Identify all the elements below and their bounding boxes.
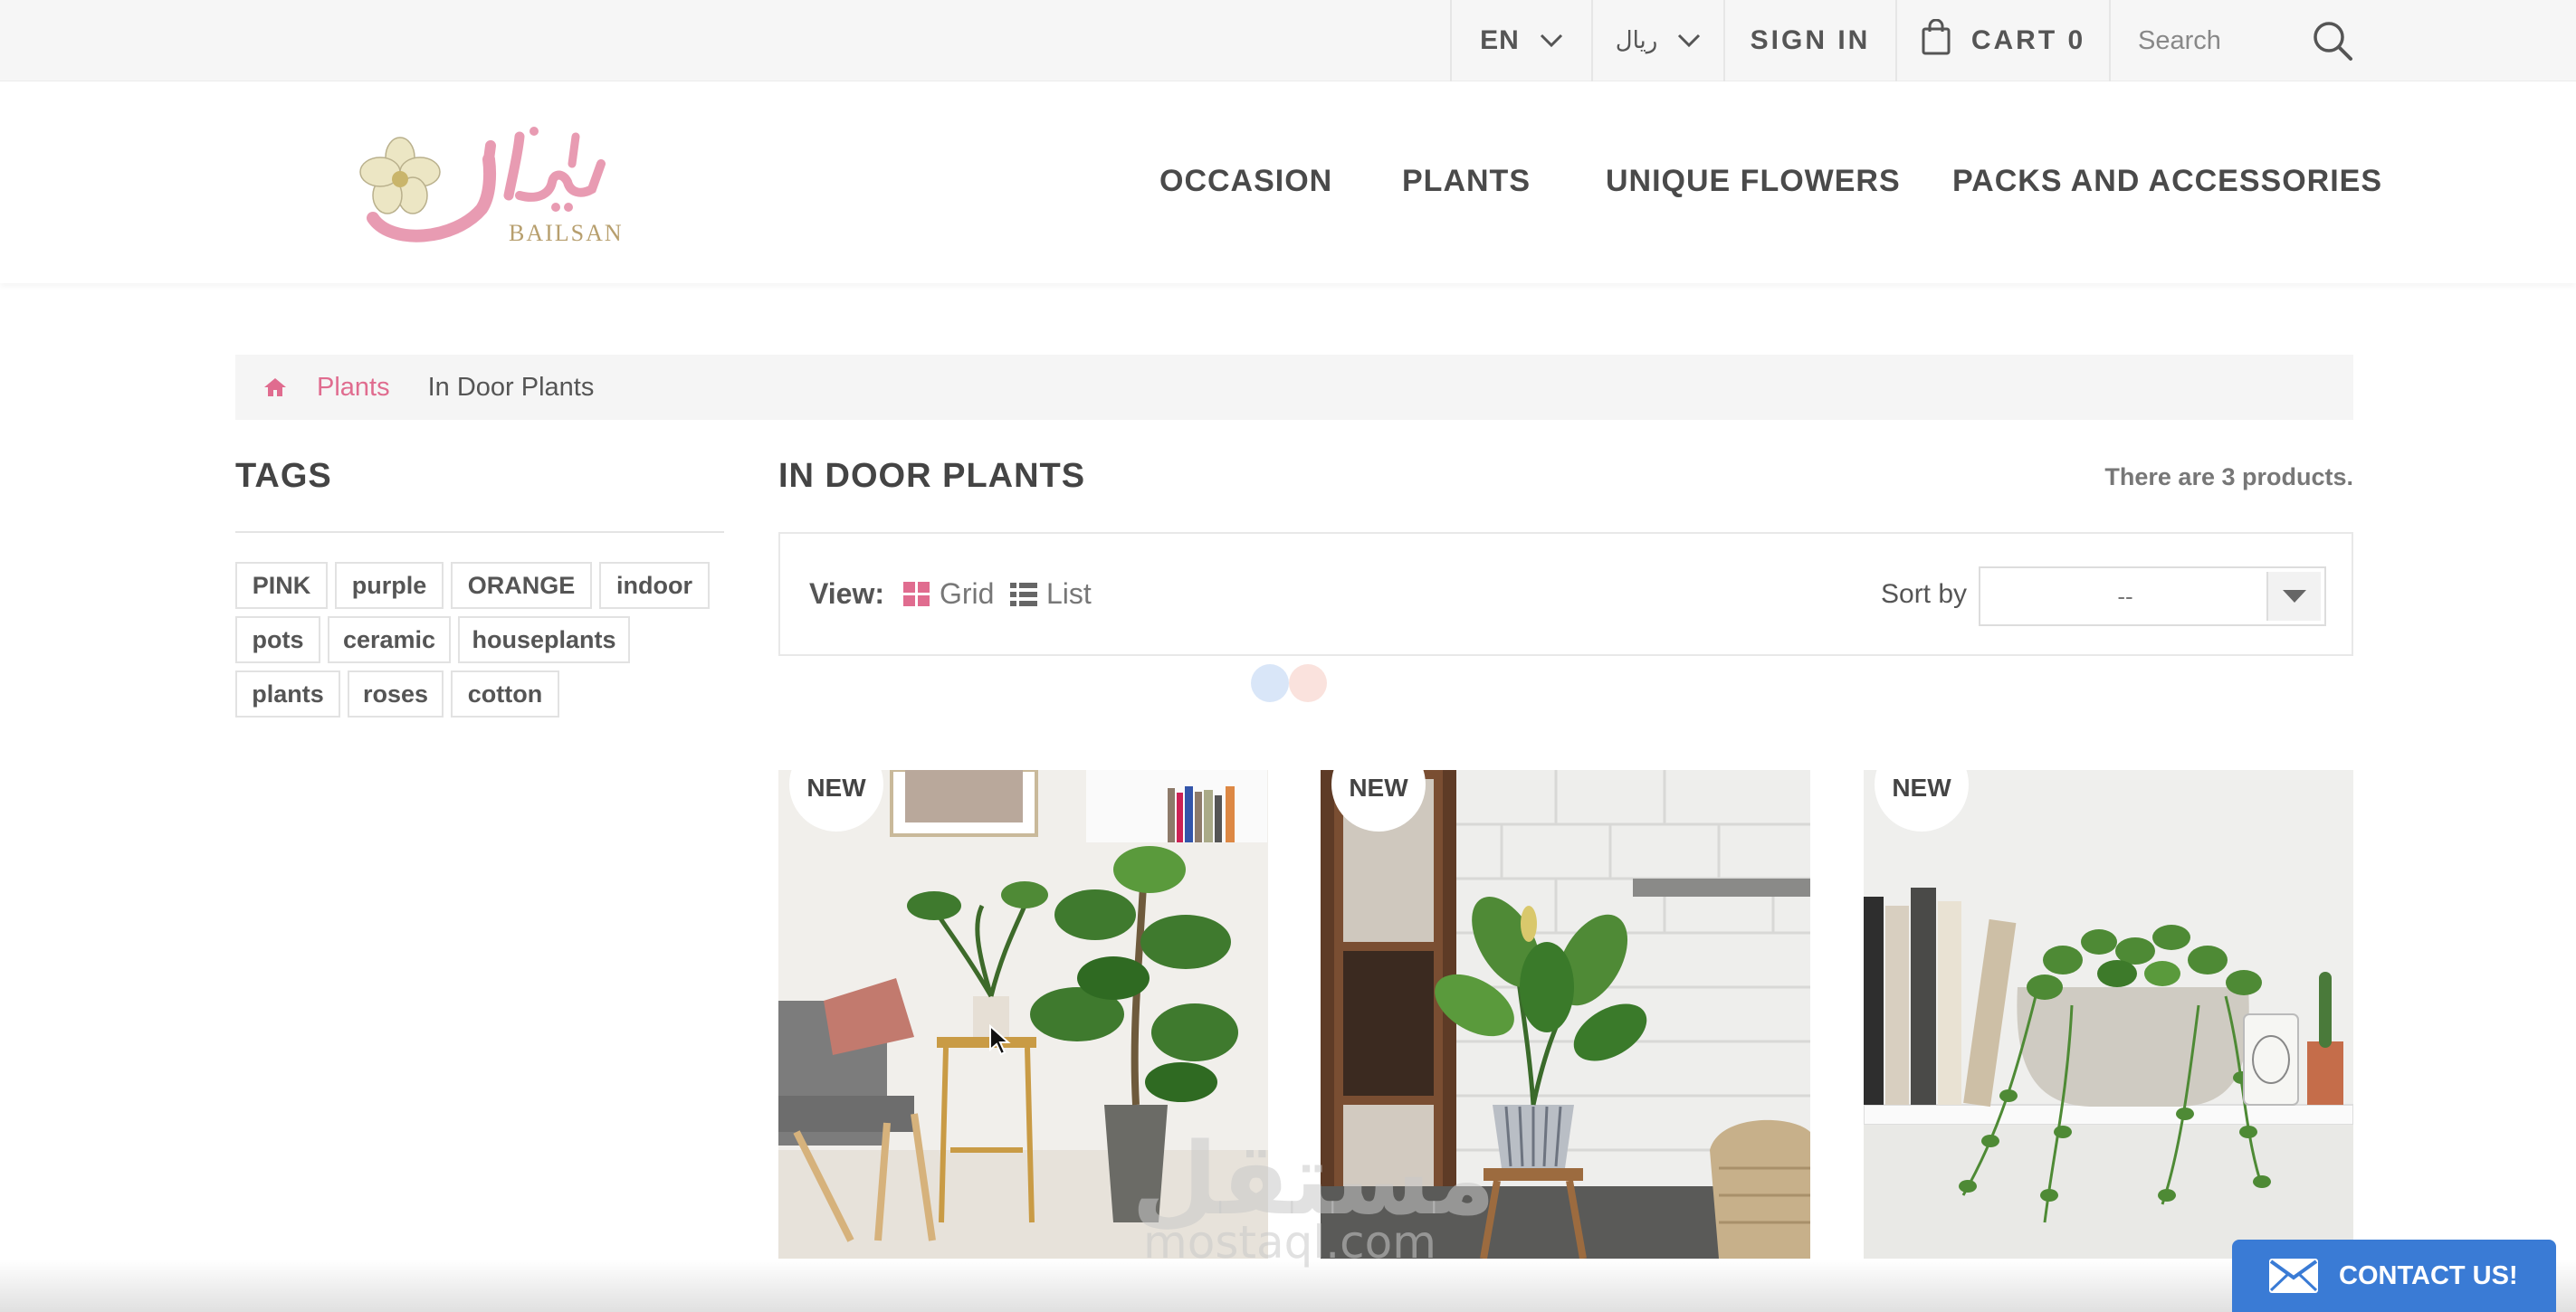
nav-item-unique-flowers[interactable]: UNIQUE FLOWERS bbox=[1606, 164, 1901, 199]
contact-us-button[interactable]: CONTACT US! bbox=[2232, 1240, 2556, 1312]
view-label: View: bbox=[809, 577, 884, 610]
product-card[interactable]: NEW bbox=[1864, 770, 2353, 1259]
list-icon bbox=[1010, 582, 1037, 606]
view-list-toggle[interactable]: List bbox=[1010, 577, 1092, 611]
breadcrumb-current: In Door Plants bbox=[427, 372, 595, 402]
language-selector[interactable]: EN bbox=[1450, 0, 1591, 81]
loader-dot bbox=[1251, 664, 1289, 702]
tag-roses[interactable]: roses bbox=[348, 670, 444, 718]
sort-select[interactable]: -- bbox=[1979, 566, 2326, 626]
tag-purple[interactable]: purple bbox=[335, 562, 444, 609]
search-box bbox=[2109, 0, 2353, 81]
breadcrumb-link-plants[interactable]: Plants bbox=[317, 373, 390, 403]
view-list-label: List bbox=[1046, 577, 1092, 610]
view-grid-label: Grid bbox=[940, 577, 995, 610]
tag-houseplants[interactable]: houseplants bbox=[458, 616, 630, 663]
sign-in-link[interactable]: SIGN IN bbox=[1723, 0, 1895, 81]
nav-item-packs-and-accessories[interactable]: PACKS AND ACCESSORIES bbox=[1952, 164, 2382, 199]
currency-value: ریال bbox=[1615, 27, 1658, 54]
tag-indoor[interactable]: indoor bbox=[599, 562, 710, 609]
logo-text: BAILSAN bbox=[509, 220, 624, 246]
category-title: IN DOOR PLANTS bbox=[778, 457, 1086, 495]
envelope-icon bbox=[2269, 1259, 2318, 1293]
contact-us-label: CONTACT US! bbox=[2339, 1260, 2518, 1290]
tags-title: TAGS bbox=[235, 457, 332, 495]
mouse-pointer-icon bbox=[989, 1024, 1011, 1056]
tag-plants[interactable]: plants bbox=[235, 670, 340, 718]
sign-in-label: SIGN IN bbox=[1750, 25, 1871, 55]
tag-orange[interactable]: ORANGE bbox=[451, 562, 592, 609]
watermark-latin: mostaql.com bbox=[1143, 1216, 1436, 1269]
top-utility-bar: EN ریال SIGN IN CART 0 bbox=[0, 0, 2576, 81]
product-count: There are 3 products. bbox=[2104, 463, 2353, 490]
cart-link[interactable]: CART 0 bbox=[1895, 0, 2109, 81]
site-header: BAILSAN OCCASION PLANTS UNIQUE FLOWERS P… bbox=[0, 82, 2576, 283]
view-grid-toggle[interactable]: Grid bbox=[903, 577, 994, 611]
loader-dot bbox=[1289, 664, 1327, 702]
ivy-on-shelf-photo bbox=[1864, 770, 2353, 1259]
breadcrumb: Plants In Door Plants bbox=[235, 355, 2353, 420]
tag-pink[interactable]: PINK bbox=[235, 562, 328, 609]
watermark-arabic: مستقل bbox=[1131, 1121, 1496, 1237]
nav-item-occasion[interactable]: OCCASION bbox=[1159, 164, 1332, 199]
sort-label: Sort by bbox=[1881, 579, 1968, 609]
tag-ceramic[interactable]: ceramic bbox=[328, 616, 451, 663]
product-toolbar: View: Grid List Sort by -- bbox=[778, 532, 2353, 656]
chevron-down-icon bbox=[1540, 33, 1563, 48]
nav-item-plants[interactable]: PLANTS bbox=[1402, 164, 1531, 199]
search-icon[interactable] bbox=[2312, 20, 2353, 62]
cart-label: CART 0 bbox=[1970, 25, 2086, 55]
caret-down-icon bbox=[2266, 572, 2321, 621]
main-navigation: OCCASION PLANTS UNIQUE FLOWERS PACKS AND… bbox=[0, 164, 2576, 218]
tags-divider bbox=[235, 531, 724, 533]
home-icon[interactable] bbox=[262, 376, 288, 398]
grid-icon bbox=[903, 581, 930, 606]
search-input[interactable] bbox=[2138, 25, 2274, 56]
language-value: EN bbox=[1480, 25, 1520, 55]
tag-cotton[interactable]: cotton bbox=[451, 670, 559, 718]
shopping-bag-icon bbox=[1921, 18, 1951, 62]
currency-selector[interactable]: ریال bbox=[1591, 0, 1723, 81]
watermark: مستقل mostaql.com bbox=[1131, 1121, 1496, 1269]
tag-pots[interactable]: pots bbox=[235, 616, 320, 663]
chevron-down-icon bbox=[1677, 33, 1701, 48]
sort-value: -- bbox=[2117, 583, 2133, 610]
